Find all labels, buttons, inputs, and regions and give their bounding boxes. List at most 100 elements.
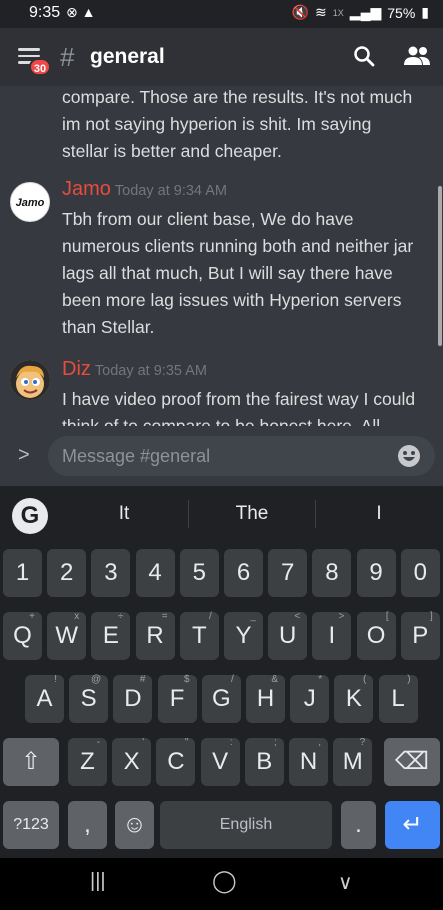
author-name[interactable]: Diz xyxy=(62,358,91,380)
key-hint: @ xyxy=(91,674,102,685)
scrollbar[interactable] xyxy=(438,186,442,346)
channel-hash-icon: # xyxy=(60,42,75,72)
key-s[interactable]: S @ xyxy=(69,674,109,723)
recents-icon[interactable]: ||| xyxy=(90,870,106,893)
message-line: think of to compare to be honest here. A… xyxy=(62,416,381,426)
home-icon[interactable]: ◯ xyxy=(212,868,237,894)
key-2[interactable]: 2 xyxy=(47,549,87,597)
message-timestamp: Today at 9:34 AM xyxy=(114,183,227,199)
key-m[interactable]: M? xyxy=(333,737,373,786)
key-hint: : xyxy=(229,737,233,748)
period-key[interactable]: . xyxy=(341,801,376,849)
key-a[interactable]: A! xyxy=(25,674,64,723)
key-x[interactable]: X ' xyxy=(112,737,152,786)
message-header: Diz Today at 9:35 AM xyxy=(62,358,207,381)
key-4[interactable]: 4 xyxy=(135,549,175,597)
key-label: M xyxy=(342,748,363,775)
key-label: 4 xyxy=(148,559,162,586)
key-label: X xyxy=(123,748,140,775)
key-r[interactable]: R = xyxy=(135,611,175,660)
shift-key[interactable]: ⇧ xyxy=(3,738,59,786)
key-d[interactable]: D # xyxy=(113,674,153,723)
key-o[interactable]: O[ xyxy=(356,611,396,660)
key-label: E xyxy=(102,622,119,649)
message-line: numerous clients running both and neithe… xyxy=(62,236,414,256)
key-t[interactable]: T / xyxy=(179,611,219,660)
key-p[interactable]: P] xyxy=(400,611,440,660)
key-9[interactable]: 9 xyxy=(356,549,396,597)
key-label: R xyxy=(146,622,164,649)
key-5[interactable]: 5 xyxy=(179,549,219,597)
key-6[interactable]: 6 xyxy=(224,549,263,597)
suggestion-word[interactable]: The xyxy=(202,503,302,525)
key-label: L xyxy=(391,685,405,712)
message-body: Tbh from our client base, We do have num… xyxy=(62,206,437,341)
key-label: Z xyxy=(80,748,95,775)
key-hint: ; xyxy=(274,737,277,748)
key-label: W xyxy=(55,622,79,649)
chevron-right-icon[interactable]: > xyxy=(18,444,30,467)
key-f[interactable]: F $ xyxy=(157,674,197,723)
enter-key[interactable]: ↵ xyxy=(385,801,440,849)
emoji-icon[interactable] xyxy=(397,444,421,468)
backspace-icon: ⌫ xyxy=(395,748,429,775)
suggestion-bar: G It The I xyxy=(0,486,443,542)
key-u[interactable]: U < xyxy=(268,611,308,660)
message-list[interactable]: compare. Those are the results. It's not… xyxy=(0,86,443,426)
message-input[interactable] xyxy=(62,436,382,476)
key-0[interactable]: 0 xyxy=(400,549,440,597)
back-icon[interactable]: ∨ xyxy=(338,870,353,895)
comma-key[interactable]: , xyxy=(68,801,107,849)
key-g[interactable]: G / xyxy=(201,674,241,723)
key-1[interactable]: 1 xyxy=(3,549,42,597)
symbols-key[interactable]: ?123 xyxy=(3,801,59,849)
emoji-key[interactable]: ☺ xyxy=(115,801,154,849)
key-hint: < xyxy=(294,611,301,622)
suggestion-word[interactable]: I xyxy=(329,503,429,525)
cartoon-face-icon xyxy=(10,360,50,400)
key-v[interactable]: V: xyxy=(200,737,240,786)
key-label: A xyxy=(36,685,53,712)
key-k[interactable]: K( xyxy=(334,674,374,723)
key-y[interactable]: Y _ xyxy=(224,611,263,660)
backspace-key[interactable]: ⌫ xyxy=(384,738,440,786)
key-hint: ( xyxy=(363,674,367,685)
key-8[interactable]: 8 xyxy=(312,549,352,597)
space-key[interactable]: English xyxy=(160,801,332,849)
key-j[interactable]: J * xyxy=(290,674,330,723)
key-z[interactable]: Z- xyxy=(68,737,107,786)
message-line: Tbh from our client base, We do have xyxy=(62,209,354,229)
key-i[interactable]: I > xyxy=(312,611,352,660)
key-3[interactable]: 3 xyxy=(91,549,131,597)
key-q[interactable]: Q + xyxy=(3,611,42,660)
message-continuation: compare. Those are the results. It's not… xyxy=(62,86,437,165)
key-label: 8 xyxy=(325,559,339,586)
key-hint: x xyxy=(74,611,80,622)
key-hint: / xyxy=(231,674,234,685)
divider xyxy=(315,500,316,528)
key-c[interactable]: C " xyxy=(156,737,196,786)
key-w[interactable]: Wx xyxy=(47,611,87,660)
key-l[interactable]: L) xyxy=(378,674,418,723)
key-h[interactable]: H & xyxy=(246,674,285,723)
avatar[interactable]: Jamo xyxy=(10,182,50,222)
google-g-icon[interactable]: G xyxy=(12,498,48,534)
network-label: 1X xyxy=(332,7,344,18)
key-label: N xyxy=(299,748,318,775)
members-icon[interactable] xyxy=(403,45,431,67)
key-label: S xyxy=(80,685,97,712)
author-name[interactable]: Jamo xyxy=(62,178,111,200)
message-line: im not saying hyperion is shit. Im sayin… xyxy=(62,114,372,134)
avatar[interactable] xyxy=(10,360,50,400)
key-b[interactable]: B; xyxy=(244,737,284,786)
key-7[interactable]: 7 xyxy=(268,549,308,597)
key-e[interactable]: E ÷ xyxy=(91,611,131,660)
key-label: T xyxy=(191,622,207,649)
search-icon[interactable] xyxy=(353,45,375,67)
suggestion-word[interactable]: It xyxy=(74,503,174,525)
key-label: J xyxy=(303,685,316,712)
key-hint: ! xyxy=(54,674,57,685)
key-label: 1 xyxy=(15,559,30,586)
key-label: V xyxy=(212,748,229,775)
key-n[interactable]: N, xyxy=(289,737,328,786)
